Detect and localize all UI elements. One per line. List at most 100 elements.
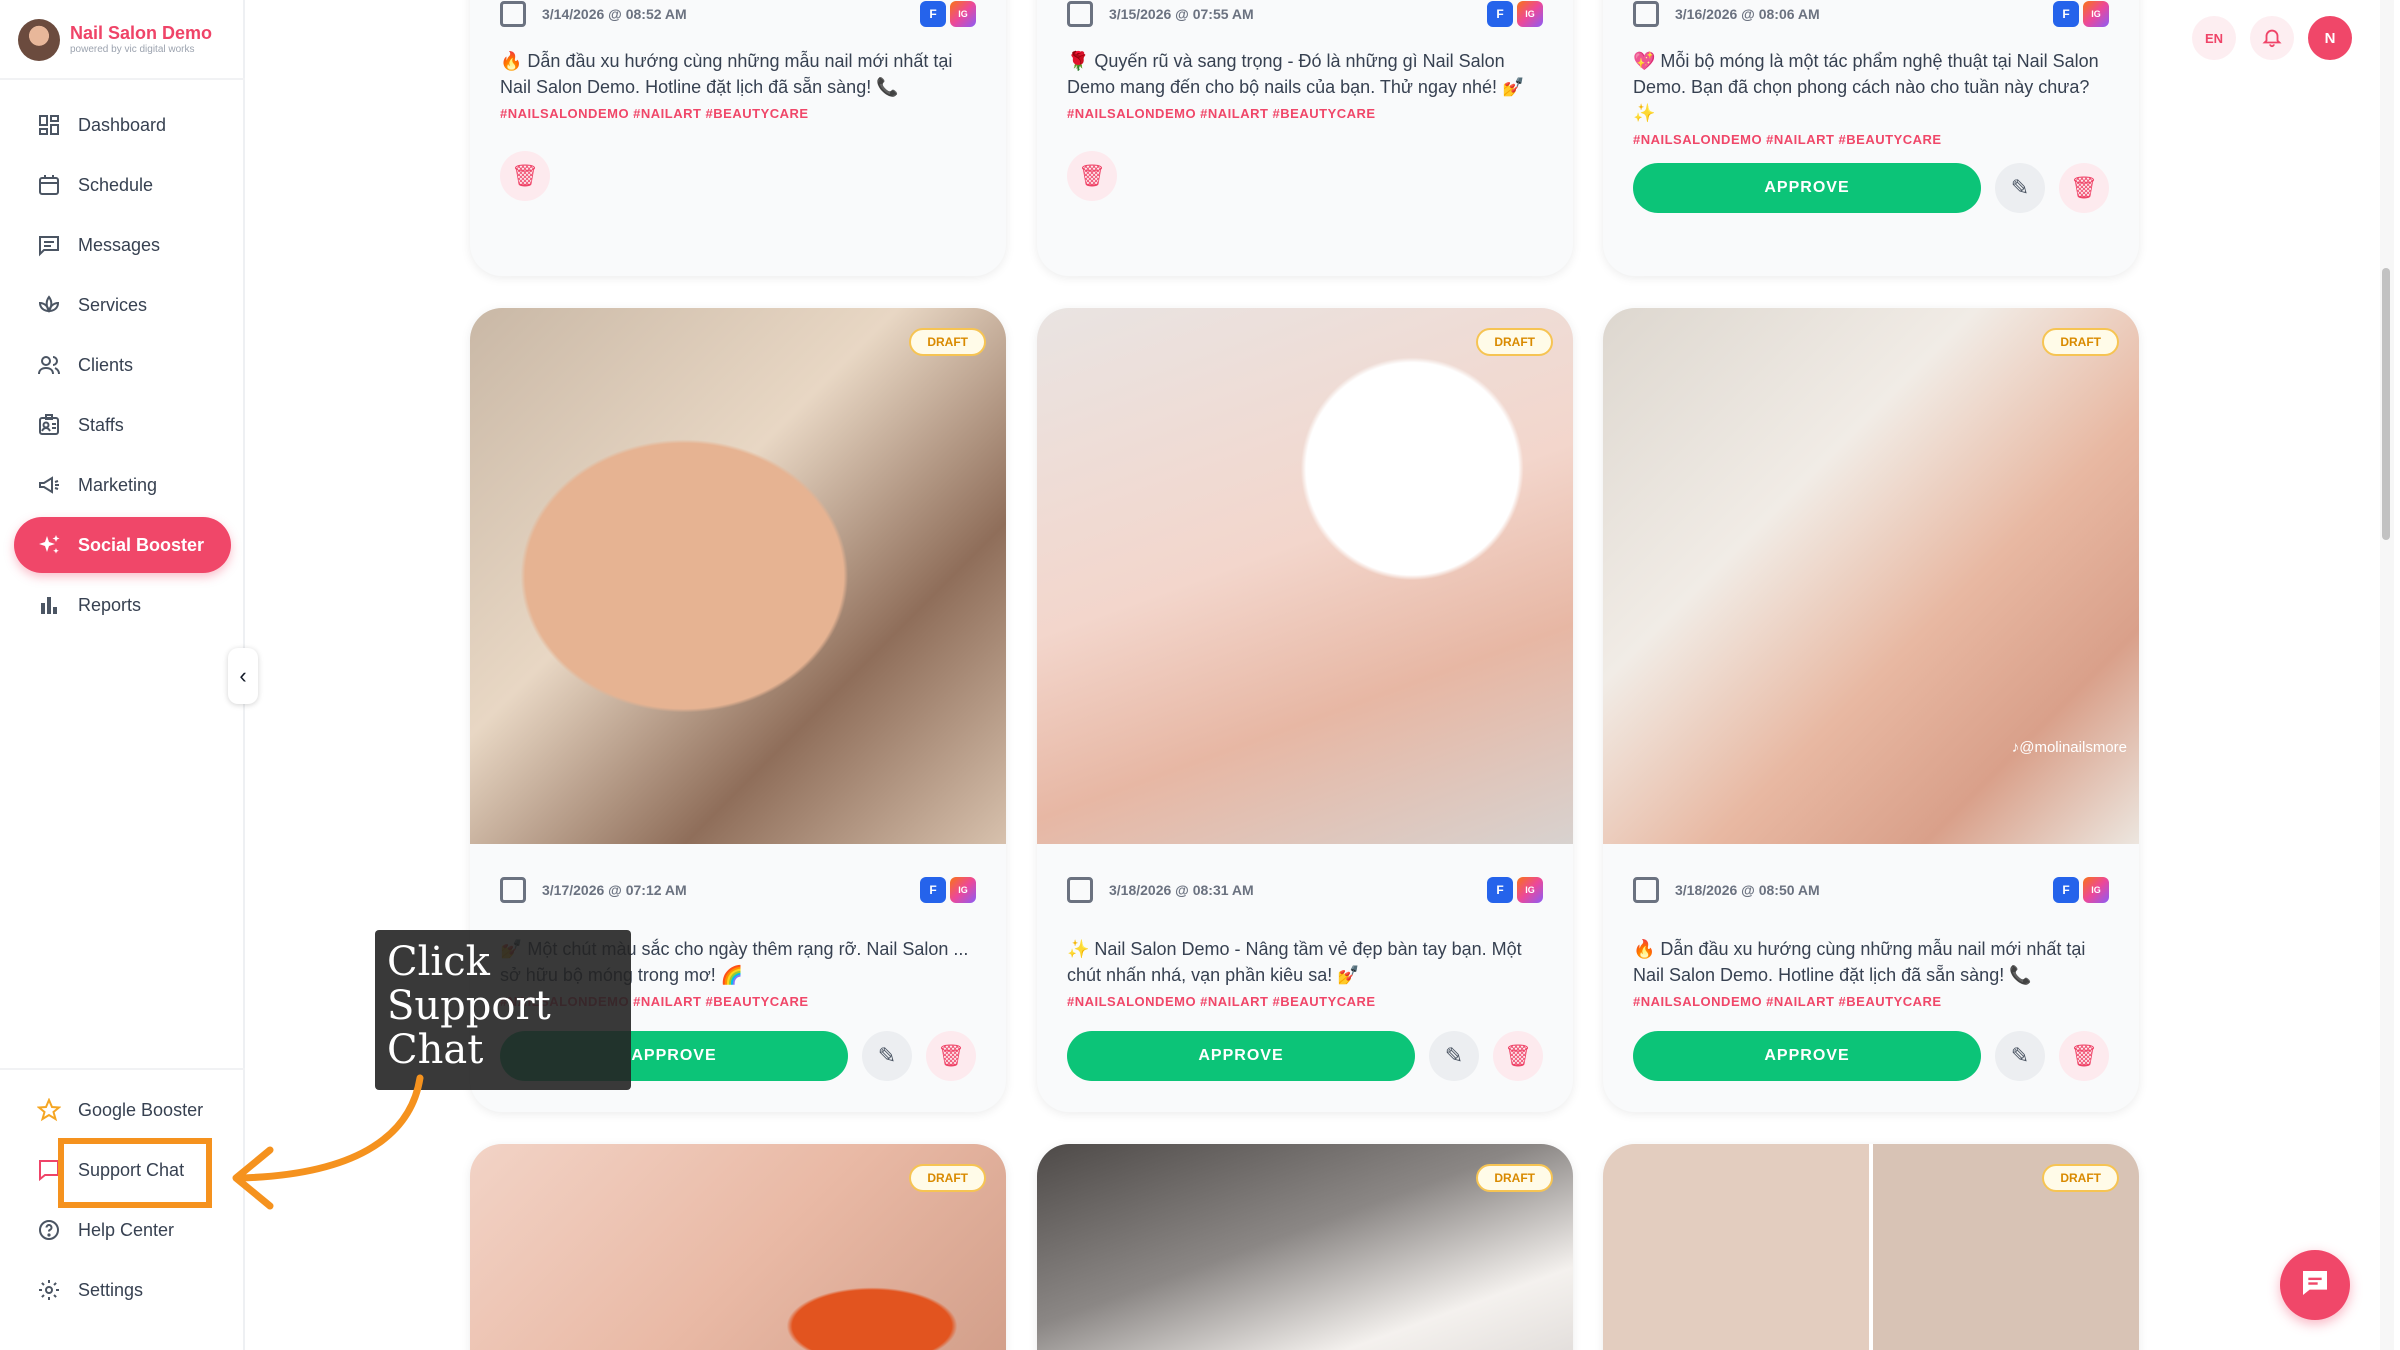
nail-photo-orange[interactable]: DRAFT [470, 1144, 1006, 1350]
notification-button[interactable] [2250, 16, 2294, 60]
instagram-icon: IG [2083, 1, 2109, 27]
trash-icon: 🗑 [511, 163, 539, 188]
post-hashtags: #NAILSALONDEMO #NAILART #BEAUTYCARE [1067, 994, 1376, 1009]
post-date: 3/15/2026 @ 07:55 AM [1109, 6, 1254, 22]
bell-icon [2261, 26, 2283, 51]
delete-button[interactable]: 🗑 [1493, 1031, 1543, 1081]
sidebar-nav: Dashboard Schedule Messages Services Cli… [14, 97, 231, 637]
post-date: 3/16/2026 @ 08:06 AM [1675, 6, 1820, 22]
nail-photo-3d-flowers[interactable]: DRAFT [1037, 308, 1573, 844]
draft-badge: DRAFT [909, 1164, 986, 1192]
post-hashtags: #NAILSALONDEMO #NAILART #BEAUTYCARE [1633, 994, 1942, 1009]
edit-button[interactable]: ✎ [1429, 1031, 1479, 1081]
edit-button[interactable]: ✎ [1995, 1031, 2045, 1081]
approve-button[interactable]: APPROVE [1067, 1031, 1415, 1081]
delete-button[interactable]: 🗑 [2059, 163, 2109, 213]
draft-badge: DRAFT [2042, 328, 2119, 356]
delete-button[interactable]: 🗑 [926, 1031, 976, 1081]
sidebar-item-help-center[interactable]: Help Center [14, 1202, 231, 1258]
post-card: 3/14/2026 @ 08:52 AM F IG 🔥 Dẫn đầu xu hư… [470, 0, 1006, 276]
sidebar-item-schedule[interactable]: Schedule [14, 157, 231, 213]
sidebar-item-label: Messages [78, 234, 161, 255]
sidebar-item-social-booster[interactable]: Social Booster [14, 517, 231, 573]
nail-photo-french-star[interactable]: DRAFT ♪@molinailsmore [1603, 308, 2139, 844]
sidebar-item-staffs[interactable]: Staffs [14, 397, 231, 453]
brand-name: Nail Salon Demo [70, 23, 213, 43]
nail-photo-swirl[interactable]: DRAFT [470, 308, 1006, 844]
star-icon [36, 1097, 62, 1123]
facebook-icon: F [2053, 877, 2079, 903]
post-card: 3/16/2026 @ 08:06 AM F IG 💖 Mỗi bộ móng l… [1603, 0, 2139, 276]
brand-logo [18, 19, 60, 61]
facebook-icon: F [920, 1, 946, 27]
post-card: DRAFT [1037, 1144, 1573, 1350]
collapse-sidebar-button[interactable]: ‹ [228, 648, 258, 704]
instagram-icon: IG [1517, 877, 1543, 903]
trash-icon: 🗑 [2070, 1043, 2098, 1068]
post-hashtags: #NAILSALONDEMO #NAILART #BEAUTYCARE [500, 106, 809, 121]
sidebar-item-label: Services [78, 294, 148, 315]
sidebar-item-label: Marketing [78, 474, 158, 495]
delete-button[interactable]: 🗑 [2059, 1031, 2109, 1081]
post-caption: 💖 Mỗi bộ móng là một tác phẩm nghệ thuật… [1633, 51, 2099, 123]
approve-button[interactable]: APPROVE [1633, 1031, 1981, 1081]
post-meta: 3/17/2026 @ 07:12 AM F IG [470, 844, 1006, 936]
sidebar-item-label: Social Booster [78, 534, 205, 555]
trash-icon: 🗑 [937, 1043, 965, 1068]
language-button[interactable]: EN [2192, 16, 2236, 60]
sidebar-item-label: Google Booster [78, 1099, 204, 1120]
divider [0, 78, 245, 80]
tutorial-highlight [58, 1138, 212, 1208]
sidebar-item-label: Dashboard [78, 114, 167, 135]
nail-photo-dotted[interactable]: DRAFT [1603, 1144, 2139, 1350]
sidebar-item-reports[interactable]: Reports [14, 577, 231, 633]
message-icon [36, 232, 62, 258]
tutorial-tooltip: Click Support Chat [375, 930, 631, 1090]
chevron-left-icon: ‹ [239, 663, 247, 688]
calendar-icon [36, 172, 62, 198]
sidebar-item-services[interactable]: Services [14, 277, 231, 333]
bar-chart-icon [36, 592, 62, 618]
sidebar-item-settings[interactable]: Settings [14, 1262, 231, 1318]
post-card: DRAFT 3/18/2026 @ 08:31 AM F IG ✨ Nail Sa… [1037, 308, 1573, 1112]
post-date: 3/18/2026 @ 08:31 AM [1109, 882, 1254, 898]
scrollbar-thumb[interactable] [2382, 268, 2390, 540]
sidebar-item-dashboard[interactable]: Dashboard [14, 97, 231, 153]
megaphone-icon [36, 472, 62, 498]
trash-icon: 🗑 [1078, 163, 1106, 188]
chat-fab-button[interactable] [2280, 1250, 2350, 1320]
post-date: 3/18/2026 @ 08:50 AM [1675, 882, 1820, 898]
delete-button[interactable]: 🗑 [500, 151, 550, 201]
edit-button[interactable]: ✎ [862, 1031, 912, 1081]
calendar-icon [1067, 1, 1093, 27]
edit-button[interactable]: ✎ [1995, 163, 2045, 213]
post-card: DRAFT ♪@molinailsmore 3/18/2026 @ 08:50 … [1603, 308, 2139, 1112]
chat-icon [2299, 1267, 2331, 1304]
sidebar-item-label: Settings [78, 1279, 144, 1300]
dashboard-icon [36, 112, 62, 138]
sidebar-item-clients[interactable]: Clients [14, 337, 231, 393]
scrollbar-track[interactable] [2380, 0, 2394, 1350]
nail-photo-white-flowers[interactable]: DRAFT [1037, 1144, 1573, 1350]
calendar-icon [1633, 877, 1659, 903]
post-date: 3/17/2026 @ 07:12 AM [542, 882, 687, 898]
post-hashtags: #NAILSALONDEMO #NAILART #BEAUTYCARE [1633, 132, 1942, 147]
sidebar-item-marketing[interactable]: Marketing [14, 457, 231, 513]
user-avatar[interactable]: N [2308, 16, 2352, 60]
pencil-icon: ✎ [2010, 175, 2030, 200]
sidebar-item-messages[interactable]: Messages [14, 217, 231, 273]
facebook-icon: F [920, 877, 946, 903]
trash-icon: 🗑 [2070, 175, 2098, 200]
pencil-icon: ✎ [877, 1043, 897, 1068]
id-badge-icon [36, 412, 62, 438]
sidebar-item-label: Reports [78, 594, 142, 615]
approve-button[interactable]: APPROVE [1633, 163, 1981, 213]
sidebar-item-google-booster[interactable]: Google Booster [14, 1082, 231, 1138]
sidebar-item-label: Clients [78, 354, 134, 375]
post-meta: 3/18/2026 @ 08:50 AM F IG [1603, 844, 2139, 936]
brand[interactable]: Nail Salon Demo powered by vic digital w… [18, 18, 212, 62]
delete-button[interactable]: 🗑 [1067, 151, 1117, 201]
photo-watermark: ♪@molinailsmore [2011, 739, 2127, 756]
calendar-icon [1633, 1, 1659, 27]
post-meta: 3/16/2026 @ 08:06 AM F IG [1603, 0, 2139, 28]
